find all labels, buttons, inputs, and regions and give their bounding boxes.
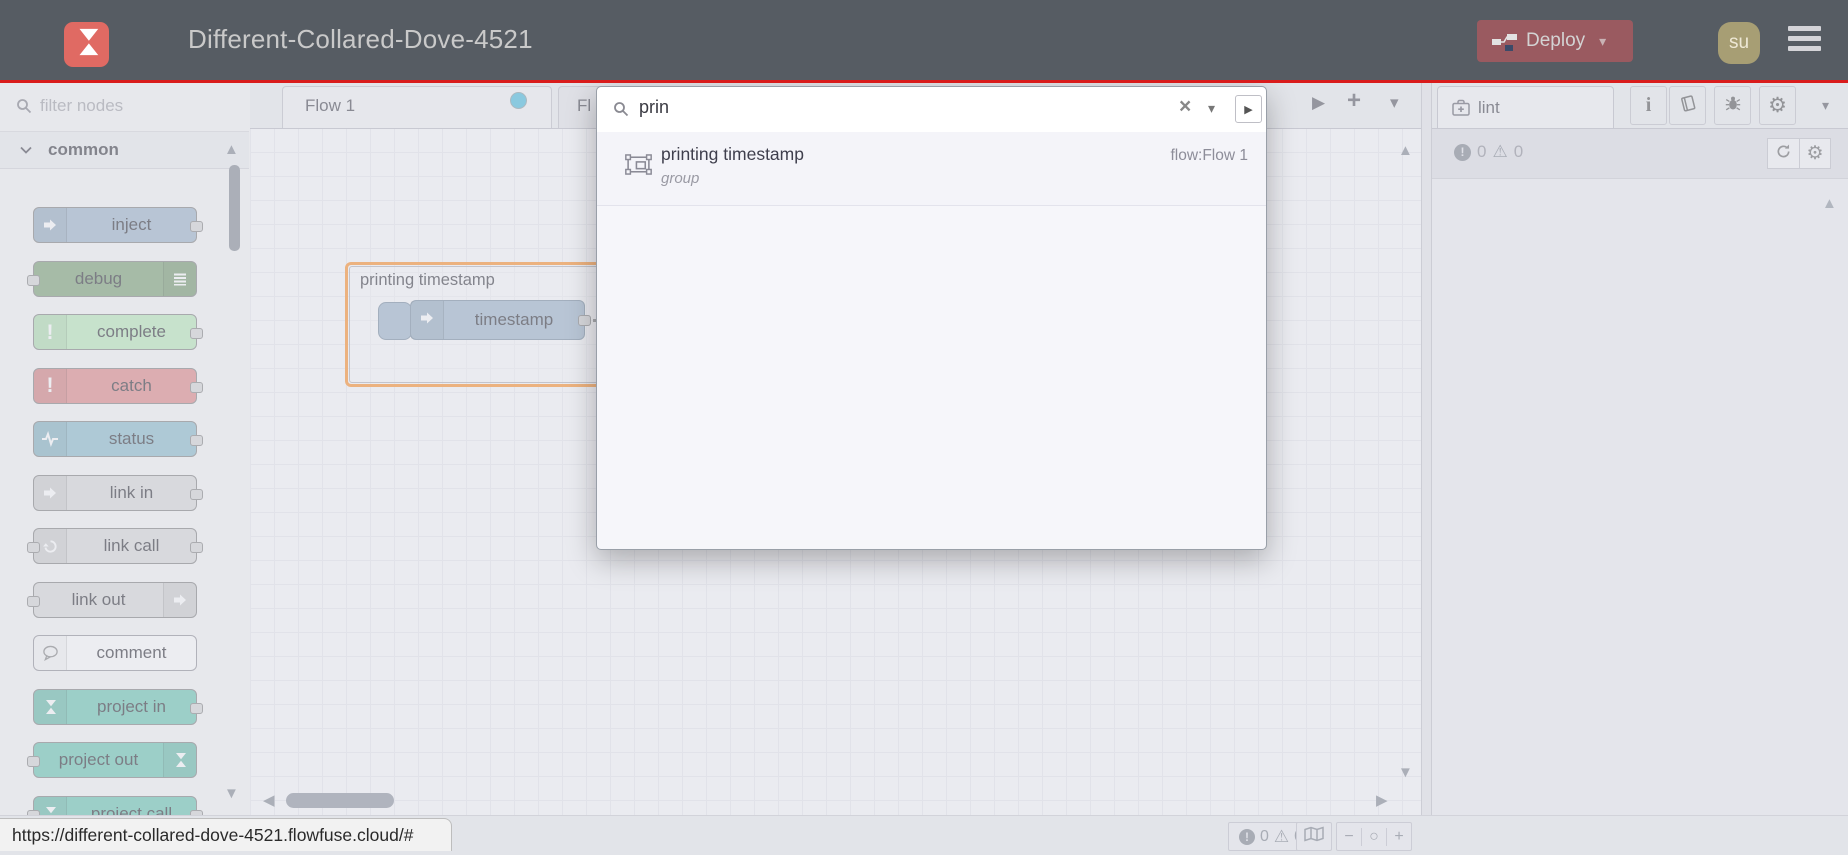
search-icon <box>613 101 629 122</box>
node-red-editor: Different-Collared-Dove-4521 Deploy ▾ su… <box>0 0 1848 855</box>
search-result-type: group <box>661 170 700 187</box>
main-menu-button[interactable] <box>1788 26 1821 56</box>
search-result-row[interactable]: printing timestamp group flow:Flow 1 <box>597 132 1266 206</box>
user-avatar[interactable]: su <box>1718 22 1760 64</box>
search-input[interactable]: prin × ▾ ▶ <box>597 87 1266 133</box>
search-input-value: prin <box>639 97 670 117</box>
search-history-caret-icon[interactable]: ▾ <box>1208 100 1215 117</box>
browser-status-url: https://different-collared-dove-4521.flo… <box>0 818 452 851</box>
flowfuse-logo-glyph <box>72 27 102 62</box>
deploy-icon <box>1491 31 1518 52</box>
status-url-text: https://different-collared-dove-4521.flo… <box>12 824 414 845</box>
deploy-button[interactable]: Deploy ▾ <box>1477 20 1633 62</box>
avatar-initials: su <box>1728 32 1750 53</box>
search-result-flow: flow:Flow 1 <box>1170 147 1248 164</box>
instance-title: Different-Collared-Dove-4521 <box>188 24 533 54</box>
search-options-button[interactable]: ▶ <box>1235 95 1262 123</box>
flowfuse-logo-icon <box>64 22 109 67</box>
header-bar: Different-Collared-Dove-4521 Deploy ▾ su <box>0 0 1848 83</box>
search-dialog: prin × ▾ ▶ printing timestamp group flow:F… <box>596 86 1267 550</box>
search-result-title: printing timestamp <box>661 144 804 164</box>
group-icon <box>625 154 652 180</box>
clear-search-icon[interactable]: × <box>1179 95 1191 119</box>
deploy-label: Deploy <box>1526 30 1586 51</box>
deploy-options-caret-icon[interactable]: ▾ <box>1599 33 1606 50</box>
